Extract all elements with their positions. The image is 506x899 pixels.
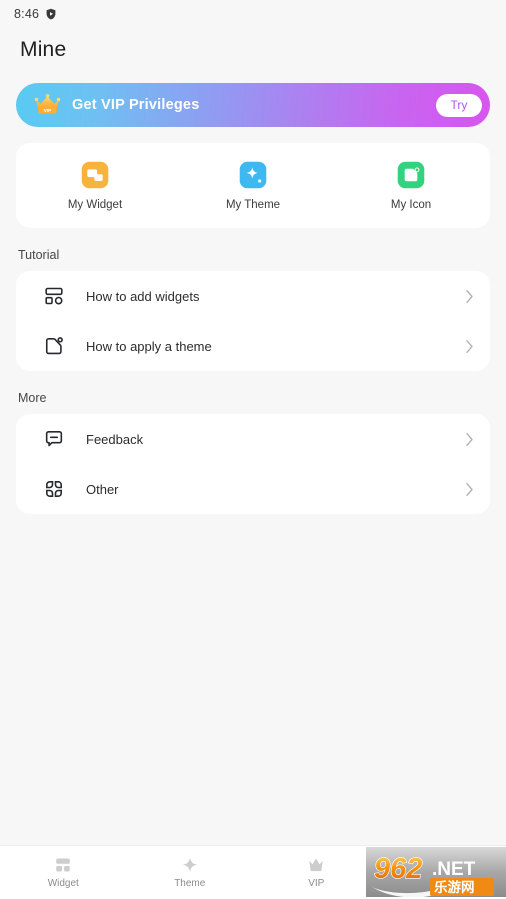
quick-action-my-theme[interactable]: My Theme (174, 161, 332, 211)
quick-actions-card: My Widget My Theme My Icon (16, 143, 490, 228)
nav-tab-vip[interactable]: VIP (253, 846, 380, 899)
app-screen: 8:46 Mine VIP Get VIP Privileges Try My … (0, 0, 506, 899)
more-item-other[interactable]: Other (16, 464, 490, 514)
mine-nav-icon (434, 856, 452, 874)
more-item-label: Other (86, 481, 119, 497)
bottom-navigation-bar: Widget Theme VIP Mine 962 .NET 乐游网 (0, 845, 506, 899)
quick-action-label: My Icon (390, 198, 432, 211)
quick-action-label: My Theme (225, 198, 281, 211)
tutorial-item-label: How to add widgets (86, 288, 200, 304)
scroll-content: VIP Get VIP Privileges Try My Widget My … (0, 62, 506, 845)
tutorial-card: How to add widgets How to apply a theme (16, 271, 490, 371)
quick-action-my-widget[interactable]: My Widget (16, 161, 174, 211)
grid-apps-icon (44, 479, 64, 499)
nav-tab-label: Widget (47, 878, 79, 889)
widget-tile-icon (81, 161, 109, 189)
page-title: Mine (20, 38, 67, 61)
shield-play-icon (45, 8, 57, 20)
vip-crown-nav-icon (307, 856, 325, 874)
tutorial-item-how-to-add-widgets[interactable]: How to add widgets (16, 271, 490, 321)
theme-wallpaper-icon (44, 336, 64, 356)
quick-action-my-icon[interactable]: My Icon (332, 161, 490, 211)
nav-tab-label: VIP (308, 878, 325, 889)
more-card: Feedback Other (16, 414, 490, 514)
widget-nav-icon (54, 856, 72, 874)
vip-banner[interactable]: VIP Get VIP Privileges Try (16, 83, 490, 127)
chevron-right-icon (465, 482, 474, 497)
vip-try-button[interactable]: Try (436, 93, 482, 117)
section-label-more: More (18, 391, 47, 405)
svg-text:VIP: VIP (44, 108, 52, 114)
widgets-layout-icon (44, 286, 64, 306)
status-bar: 8:46 (0, 0, 506, 28)
more-item-label: Feedback (86, 431, 144, 447)
status-bar-time: 8:46 (14, 7, 40, 21)
chevron-right-icon (465, 339, 474, 354)
more-item-feedback[interactable]: Feedback (16, 414, 490, 464)
quick-action-label: My Widget (67, 198, 123, 211)
theme-sparkle-icon (239, 161, 267, 189)
chevron-right-icon (465, 289, 474, 304)
chevron-right-icon (465, 432, 474, 447)
tutorial-item-how-to-apply-a-theme[interactable]: How to apply a theme (16, 321, 490, 371)
section-label-tutorial: Tutorial (18, 248, 60, 262)
vip-crown-icon: VIP (34, 93, 61, 117)
nav-tab-label: Theme (174, 878, 206, 889)
nav-tab-widget[interactable]: Widget (0, 846, 127, 899)
vip-banner-title: Get VIP Privileges (72, 97, 200, 113)
icon-page-icon (397, 161, 425, 189)
nav-tab-theme[interactable]: Theme (127, 846, 254, 899)
tutorial-item-label: How to apply a theme (86, 338, 212, 354)
nav-tab-label: Mine (431, 878, 454, 889)
theme-nav-icon (181, 856, 199, 874)
feedback-bubble-icon (44, 429, 64, 449)
nav-tab-mine[interactable]: Mine (380, 846, 506, 899)
